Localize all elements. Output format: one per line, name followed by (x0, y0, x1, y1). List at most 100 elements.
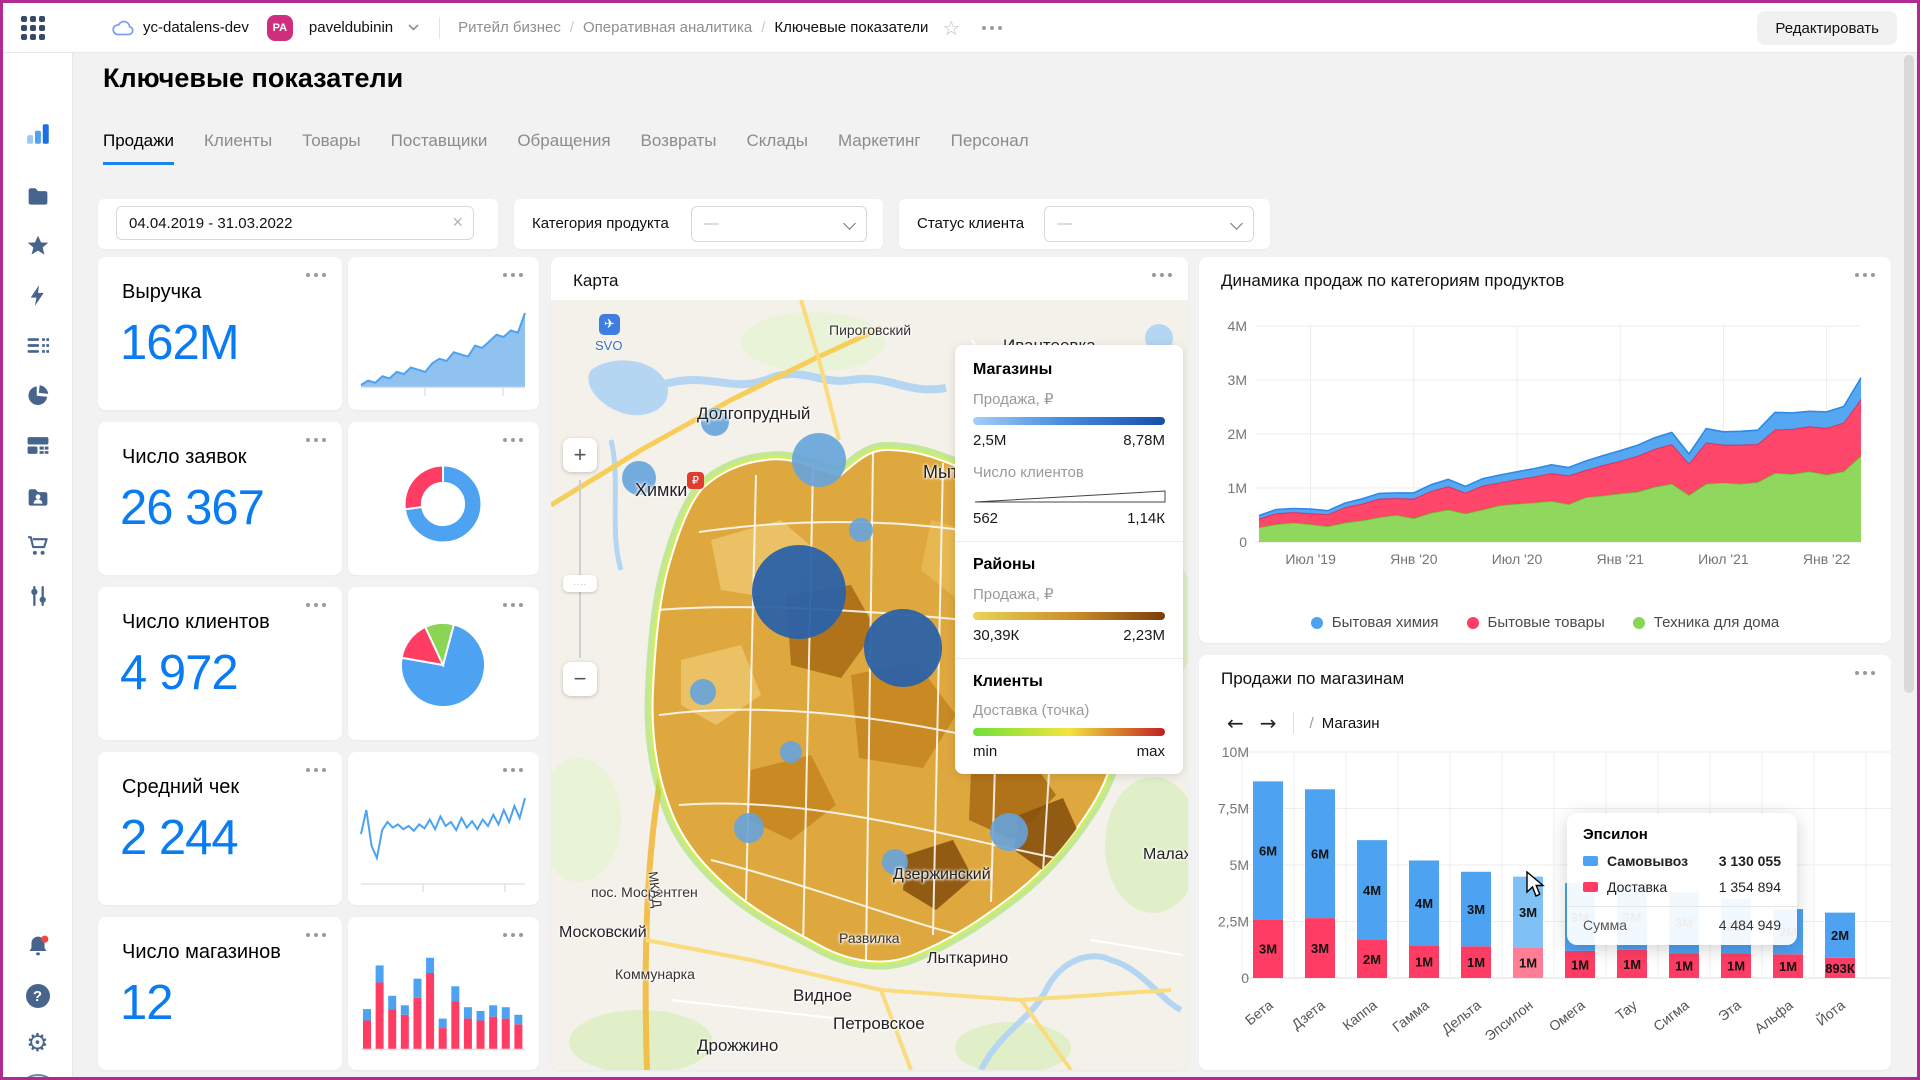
blue-gradient-bar (973, 417, 1165, 425)
avatar[interactable] (17, 1074, 59, 1080)
help-icon[interactable]: ? (26, 984, 50, 1008)
date-range-value: 04.04.2019 - 31.03.2022 (129, 215, 292, 232)
svg-text:10М: 10М (1222, 744, 1249, 760)
svg-text:Янв '22: Янв '22 (1803, 551, 1851, 567)
airport-icon: ✈ (599, 314, 620, 335)
gear-icon[interactable]: ⚙ (26, 1030, 48, 1055)
category-select[interactable]: — (691, 206, 867, 242)
requests-donut-chart (395, 456, 491, 552)
svg-text:3М: 3М (1467, 902, 1485, 917)
tab-Обращения[interactable]: Обращения (517, 131, 610, 165)
mini-chart-card-clients (348, 587, 539, 740)
filter-sliders-icon[interactable] (25, 583, 50, 608)
favorites-star-icon[interactable] (25, 233, 50, 258)
mouse-cursor-icon (1526, 871, 1548, 899)
left-sidebar: ? ⚙ (3, 52, 73, 1077)
ellipsis-menu-icon[interactable] (503, 768, 523, 772)
clients-pie-chart (393, 615, 493, 715)
svg-text:Июл '20: Июл '20 (1492, 551, 1543, 567)
kpi-value: 2 244 (120, 810, 238, 866)
legend-item[interactable]: Техника для дома (1633, 614, 1779, 631)
svg-text:3М: 3М (1519, 905, 1537, 920)
ellipsis-menu-icon[interactable] (306, 933, 326, 937)
page-scrollbar-thumb[interactable] (1904, 55, 1914, 693)
favorite-star-icon[interactable]: ☆ (942, 16, 960, 40)
svg-text:1М: 1М (1727, 959, 1745, 974)
breadcrumb-item[interactable]: Ключевые показатели (774, 19, 928, 36)
ellipsis-menu-icon[interactable] (503, 438, 523, 442)
avg-check-line-chart (357, 778, 529, 896)
ellipsis-menu-icon[interactable] (306, 438, 326, 442)
map-viewport[interactable]: ПироговскийИвантеевкаДолгопрудныйМытищиХ… (551, 300, 1188, 1070)
ellipsis-menu-icon[interactable] (1152, 273, 1172, 277)
kpi-value: 162М (120, 315, 239, 371)
svg-text:1М: 1М (1228, 480, 1247, 496)
tab-Возвраты[interactable]: Возвраты (641, 131, 717, 165)
svg-text:5М: 5М (1230, 857, 1249, 873)
ellipsis-menu-icon[interactable] (306, 603, 326, 607)
top-bar: yc-datalens-dev PA paveldubinin Ритейл б… (3, 3, 1917, 53)
svg-text:0: 0 (1239, 534, 1247, 550)
kpi-value: 12 (120, 975, 173, 1031)
svg-text:1М: 1М (1571, 957, 1589, 972)
cart-icon[interactable] (25, 533, 50, 558)
kpi-label: Число клиентов (122, 611, 270, 634)
clear-icon[interactable]: × (452, 212, 463, 233)
series-swatch (1583, 882, 1598, 892)
ellipsis-menu-icon[interactable] (503, 273, 523, 277)
kpi-card-avg-check: Средний чек 2 244 (98, 752, 342, 905)
brown-gradient-bar (973, 612, 1165, 620)
tab-Клиенты[interactable]: Клиенты (204, 131, 272, 165)
date-range-input[interactable]: 04.04.2019 - 31.03.2022 × (116, 206, 474, 240)
lightning-icon[interactable] (25, 283, 50, 308)
tab-Маркетинг[interactable]: Маркетинг (838, 131, 921, 165)
apps-grid-icon[interactable] (21, 16, 45, 40)
svg-text:893К: 893К (1825, 961, 1855, 976)
sales-dynamics-chart[interactable]: 01М2М3М4МИюл '19Янв '20Июл '20Янв '21Июл… (1199, 257, 1891, 643)
more-actions-icon[interactable] (982, 26, 1002, 30)
svg-text:4М: 4М (1363, 883, 1381, 898)
legend-metric: Продажа, ₽ (973, 390, 1165, 408)
edit-button[interactable]: Редактировать (1757, 11, 1897, 45)
tab-Склады[interactable]: Склады (747, 131, 808, 165)
kpi-card-clients: Число клиентов 4 972 (98, 587, 342, 740)
list-rows-icon[interactable] (25, 333, 50, 358)
svg-text:6М: 6М (1259, 843, 1277, 858)
kpi-label: Число заявок (122, 446, 246, 469)
dashboard-layout-icon[interactable] (25, 433, 50, 458)
map-zoom-in-button[interactable]: + (563, 438, 597, 472)
svg-text:Эта: Эта (1715, 997, 1744, 1025)
kpi-card-stores: Число магазинов 12 (98, 917, 342, 1070)
status-select[interactable]: — (1044, 206, 1254, 242)
legend-item[interactable]: Бытовые товары (1467, 614, 1605, 631)
stores-minibar-chart (357, 945, 529, 1060)
breadcrumb-item[interactable]: Ритейл бизнес (458, 19, 561, 36)
ellipsis-menu-icon[interactable] (306, 768, 326, 772)
datalens-logo-icon[interactable] (25, 121, 51, 147)
ellipsis-menu-icon[interactable] (306, 273, 326, 277)
tab-Поставщики[interactable]: Поставщики (391, 131, 488, 165)
svg-text:Омега: Омега (1546, 997, 1588, 1035)
kpi-value: 4 972 (120, 645, 238, 701)
kpi-value: 26 367 (120, 480, 264, 536)
status-filter-card: Статус клиента — (899, 199, 1270, 249)
shared-folder-icon[interactable] (25, 484, 50, 509)
tab-Товары[interactable]: Товары (302, 131, 360, 165)
tenant-switcher[interactable]: yc-datalens-dev PA paveldubinin (111, 15, 419, 41)
map-zoom-handle[interactable]: ∙∙∙∙ (563, 575, 597, 592)
heat-gradient-bar (973, 728, 1165, 736)
legend-item[interactable]: Бытовая химия (1311, 614, 1439, 631)
tab-Продажи[interactable]: Продажи (103, 131, 174, 165)
cloud-icon (111, 18, 135, 37)
ellipsis-menu-icon[interactable] (503, 933, 523, 937)
pie-chart-icon[interactable] (25, 383, 50, 408)
bell-icon[interactable] (24, 933, 51, 960)
map-legend-panel: Магазины Продажа, ₽ 2,5М8,78М Число клие… (955, 345, 1183, 774)
ellipsis-menu-icon[interactable] (503, 603, 523, 607)
user-initials-badge: PA (267, 15, 293, 41)
breadcrumb-item[interactable]: Оперативная аналитика (583, 19, 752, 36)
tab-Персонал[interactable]: Персонал (951, 131, 1029, 165)
folder-icon[interactable] (25, 183, 50, 208)
map-zoom-out-button[interactable]: − (563, 662, 597, 696)
legend-dot (1633, 617, 1645, 629)
